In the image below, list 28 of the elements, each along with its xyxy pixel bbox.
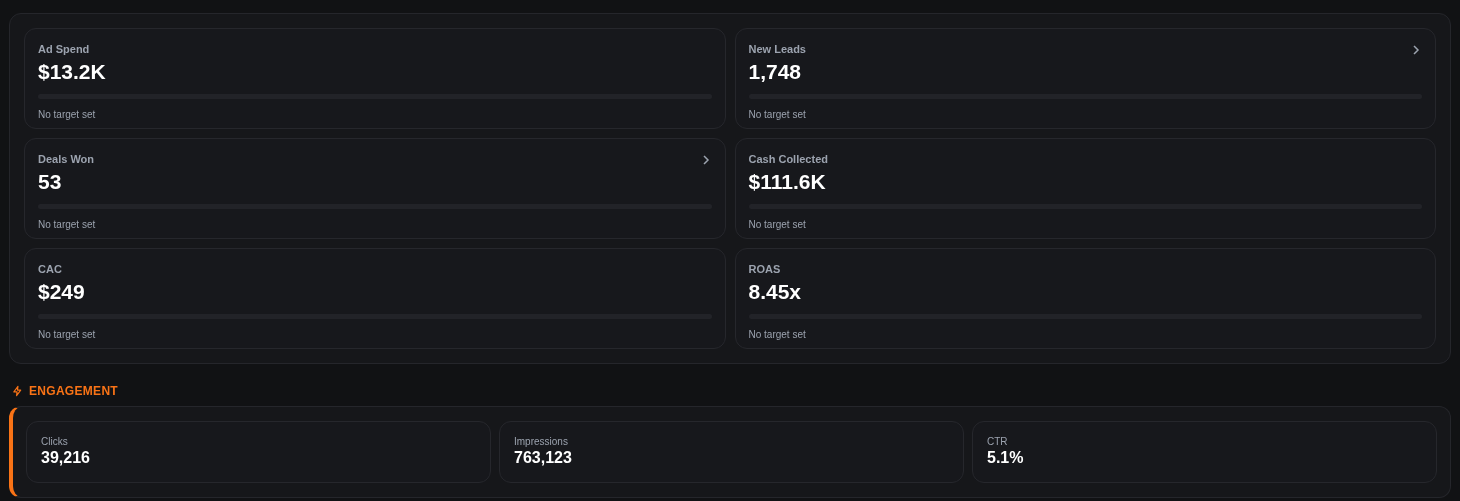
kpi-value: 53 [38, 169, 63, 195]
target-note: No target set [38, 328, 97, 342]
target-note: No target set [38, 218, 97, 232]
target-note: No target set [748, 218, 807, 232]
chevron-right-icon[interactable] [701, 154, 710, 165]
metric-label: Clicks [41, 435, 69, 448]
kpi-value: $13.2K [38, 59, 107, 85]
kpi-label: CAC [38, 262, 62, 278]
metric-label: Impressions [514, 435, 569, 448]
kpi-label: Cash Collected [748, 152, 828, 168]
metric-value: 5.1% [987, 448, 1025, 468]
target-note: No target set [38, 108, 97, 122]
target-note: No target set [748, 108, 807, 122]
metric-value: 763,123 [514, 448, 573, 468]
target-note: No target set [748, 328, 807, 342]
section-title: ENGAGEMENT [29, 383, 118, 400]
lightning-icon [12, 385, 23, 397]
kpi-value: 8.45x [748, 279, 803, 305]
metric-value: 39,216 [41, 448, 91, 468]
kpi-label: Deals Won [38, 152, 95, 168]
metric-label: CTR [987, 435, 1009, 448]
kpi-value: $249 [38, 279, 86, 305]
kpi-value: 1,748 [748, 59, 803, 85]
kpi-label: Ad Spend [38, 42, 90, 58]
chevron-right-icon[interactable] [1412, 44, 1420, 55]
kpi-label: ROAS [748, 262, 781, 278]
kpi-label: New Leads [748, 42, 806, 58]
kpi-value: $111.6K [748, 169, 827, 195]
